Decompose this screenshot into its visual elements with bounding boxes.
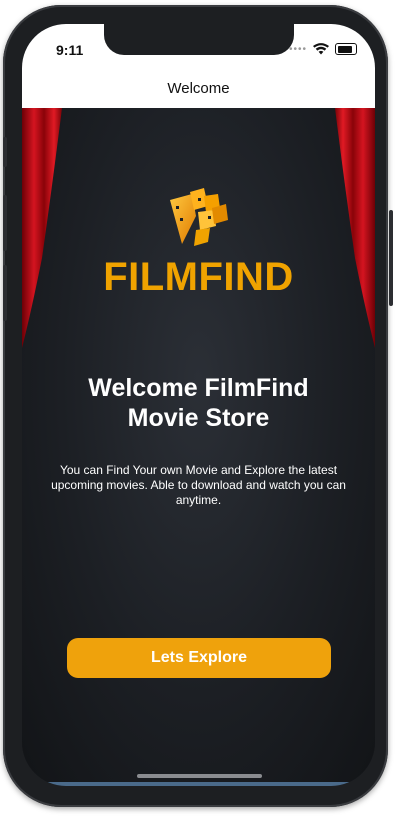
status-icons: •••• xyxy=(289,43,357,55)
signal-dots-icon: •••• xyxy=(288,43,307,55)
home-indicator[interactable] xyxy=(137,774,262,778)
welcome-headline: Welcome FilmFind Movie Store xyxy=(22,373,375,433)
navigation-bar: Welcome xyxy=(22,68,375,109)
lets-explore-button[interactable]: Lets Explore xyxy=(67,638,331,678)
screen: 9:11 •••• Welcome FILMFIND Welcome FilmF… xyxy=(22,24,375,786)
status-time: 9:11 xyxy=(56,42,84,58)
phone-frame: 9:11 •••• Welcome FILMFIND Welcome FilmF… xyxy=(3,5,393,807)
mute-switch xyxy=(3,137,7,167)
volume-down-button xyxy=(3,265,7,321)
welcome-content: FILMFIND Welcome FilmFind Movie Store Yo… xyxy=(22,108,375,786)
power-button xyxy=(389,210,393,306)
wifi-icon xyxy=(313,43,329,55)
film-reel-logo-icon xyxy=(170,188,228,246)
headline-line-2: Movie Store xyxy=(127,404,270,432)
curtain-left xyxy=(22,108,62,348)
welcome-description: You can Find Your own Movie and Explore … xyxy=(51,463,346,507)
brand-name: FILMFIND xyxy=(103,255,294,299)
volume-up-button xyxy=(3,195,7,251)
nav-title: Welcome xyxy=(167,79,230,97)
headline-line-1: Welcome FilmFind xyxy=(88,374,309,402)
bottom-edge-strip xyxy=(22,782,375,786)
notch xyxy=(104,24,294,55)
battery-icon xyxy=(335,43,357,55)
curtain-right xyxy=(335,108,375,348)
